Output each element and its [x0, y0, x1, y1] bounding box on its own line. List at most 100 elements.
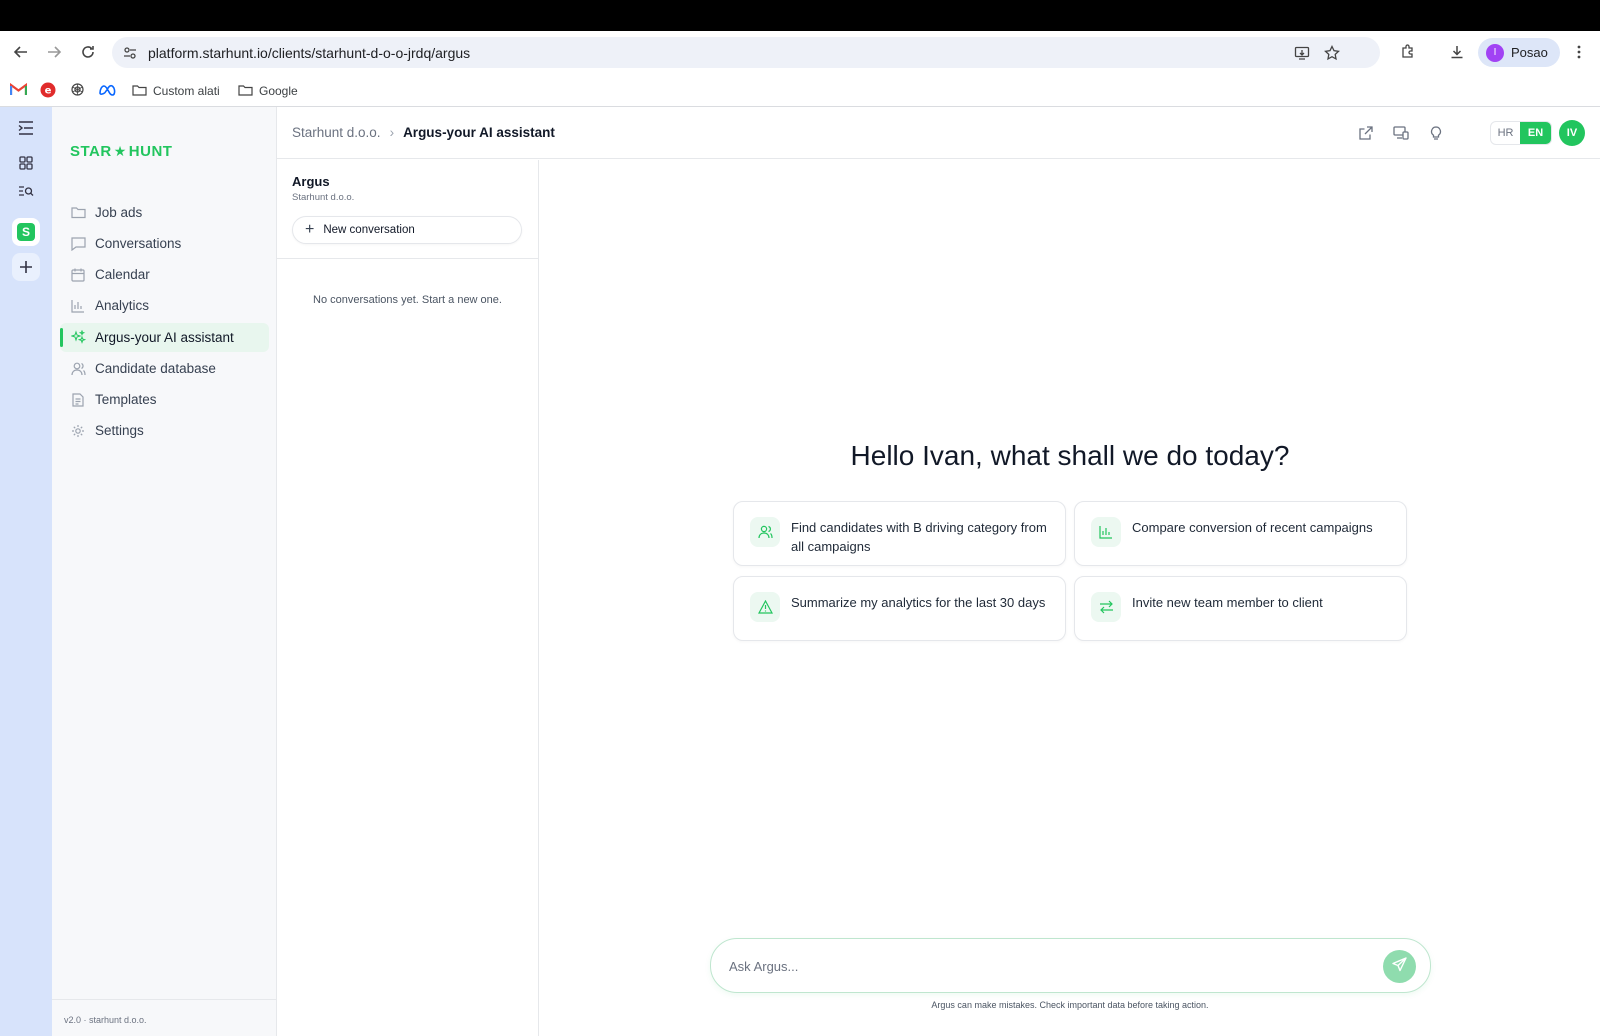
panel-title: Argus — [292, 174, 330, 189]
left-rail: S — [0, 107, 52, 1036]
extensions-icon[interactable] — [1396, 40, 1420, 64]
bookmark-star-icon[interactable] — [1322, 43, 1342, 63]
sidebar-item-candidate-database[interactable]: Candidate database — [60, 354, 269, 383]
breadcrumb-parent[interactable]: Starhunt d.o.o. — [292, 125, 381, 140]
bookmark-label: Google — [259, 84, 298, 98]
chat-icon — [70, 236, 86, 252]
devices-icon[interactable] — [1392, 124, 1410, 142]
gmail-icon — [9, 82, 28, 99]
sidebar-item-conversations[interactable]: Conversations — [60, 229, 269, 258]
starhunt-logo[interactable]: STAR ★ HUNT — [70, 143, 172, 160]
sidebar-item-label: Settings — [95, 423, 144, 438]
sidebar-item-calendar[interactable]: Calendar — [60, 260, 269, 289]
suggestion-card-candidates[interactable]: Find candidates with B driving category … — [733, 501, 1066, 566]
calendar-icon — [70, 267, 86, 283]
install-app-icon[interactable] — [1292, 43, 1312, 63]
suggestion-card-invite[interactable]: Invite new team member to client — [1074, 576, 1407, 641]
sidebar-item-label: Calendar — [95, 267, 150, 282]
downloads-icon[interactable] — [1445, 40, 1469, 64]
bookmark-gmail[interactable] — [9, 82, 28, 100]
lang-hr-option[interactable]: HR — [1491, 122, 1520, 144]
profile-button[interactable]: I Posao — [1478, 38, 1560, 67]
bar-chart-icon — [70, 298, 86, 314]
add-workspace-icon[interactable] — [12, 253, 40, 281]
bookmark-red-e[interactable]: e — [40, 82, 56, 100]
site-settings-icon[interactable] — [120, 43, 140, 63]
send-button[interactable] — [1383, 950, 1416, 983]
disclaimer-text: Argus can make mistakes. Check important… — [931, 1000, 1209, 1010]
user-avatar[interactable]: IV — [1559, 120, 1585, 146]
bar-chart-icon — [1091, 517, 1121, 547]
breadcrumb-current: Argus-your AI assistant — [403, 125, 555, 140]
suggestion-text: Find candidates with B driving category … — [791, 520, 1047, 554]
suggestion-text: Compare conversion of recent campaigns — [1132, 520, 1373, 535]
folder-icon — [70, 205, 86, 221]
sidebar-item-label: Conversations — [95, 236, 182, 251]
search-list-icon[interactable] — [12, 177, 40, 205]
bookmarks-bar: e Custom alati Google — [0, 76, 1600, 106]
panel-divider — [277, 258, 538, 259]
screen-top-bar — [0, 0, 1600, 31]
logo-text-right: HUNT — [128, 143, 173, 160]
bookmark-meta[interactable] — [98, 82, 116, 100]
suggestion-card-conversion[interactable]: Compare conversion of recent campaigns — [1074, 501, 1407, 566]
document-icon — [70, 392, 86, 408]
sidebar-item-label: Analytics — [95, 298, 150, 313]
users-icon — [70, 361, 86, 377]
bookmark-openai[interactable] — [70, 82, 85, 100]
forward-icon[interactable] — [42, 40, 66, 64]
sidebar: STAR ★ HUNT Job ads Conversations Calend… — [52, 107, 277, 1036]
external-link-icon[interactable] — [1357, 124, 1375, 142]
plus-icon: + — [305, 221, 315, 238]
browser-chrome: platform.starhunt.io/clients/starhunt-d-… — [0, 31, 1600, 107]
sidebar-item-argus[interactable]: Argus-your AI assistant — [60, 323, 269, 352]
sparkle-icon — [70, 330, 86, 346]
grid-apps-icon[interactable] — [12, 149, 40, 177]
back-icon[interactable] — [9, 40, 33, 64]
sidebar-item-label: Templates — [95, 392, 157, 407]
chevron-right-icon: › — [389, 125, 395, 140]
kebab-menu-icon[interactable] — [1567, 40, 1591, 64]
bookmark-custom-alati[interactable]: Custom alati — [132, 82, 220, 100]
new-conversation-label: New conversation — [323, 224, 415, 236]
sidebar-item-analytics[interactable]: Analytics — [60, 291, 269, 320]
language-switch[interactable]: HR EN — [1490, 121, 1552, 145]
panel-subtitle: Starhunt d.o.o. — [292, 192, 355, 203]
workspace-button[interactable]: S — [12, 218, 40, 246]
reload-icon[interactable] — [76, 40, 100, 64]
profile-avatar: I — [1486, 43, 1504, 62]
chat-input-box — [710, 938, 1431, 993]
lang-en-option[interactable]: EN — [1520, 122, 1551, 144]
folder-icon — [238, 84, 253, 99]
breadcrumb: Starhunt d.o.o. › Argus-your AI assistan… — [292, 125, 555, 140]
collapse-menu-icon[interactable] — [12, 114, 40, 142]
bookmark-label: Custom alati — [153, 84, 220, 98]
address-bar[interactable]: platform.starhunt.io/clients/starhunt-d-… — [112, 37, 1380, 68]
suggestion-text: Invite new team member to client — [1132, 595, 1323, 610]
sidebar-item-label: Argus-your AI assistant — [95, 330, 234, 345]
sidebar-item-job-ads[interactable]: Job ads — [60, 198, 269, 227]
suggestion-text: Summarize my analytics for the last 30 d… — [791, 595, 1046, 610]
sidebar-item-settings[interactable]: Settings — [60, 416, 269, 445]
logo-star-icon: ★ — [113, 143, 127, 159]
app-root: S STAR ★ HUNT Job ads Conversations Cale… — [0, 107, 1600, 1036]
workspace-badge-icon: S — [17, 223, 35, 241]
top-header: Starhunt d.o.o. › Argus-your AI assistan… — [277, 107, 1600, 159]
lightbulb-icon[interactable] — [1427, 124, 1445, 142]
suggestion-card-summarize[interactable]: Summarize my analytics for the last 30 d… — [733, 576, 1066, 641]
send-icon — [1392, 956, 1407, 977]
meta-icon — [98, 84, 116, 99]
bookmark-google[interactable]: Google — [238, 82, 298, 100]
sidebar-item-label: Job ads — [95, 205, 143, 220]
url-text: platform.starhunt.io/clients/starhunt-d-… — [148, 45, 471, 61]
gear-icon — [70, 423, 86, 439]
red-e-icon: e — [40, 82, 56, 101]
sidebar-item-templates[interactable]: Templates — [60, 385, 269, 414]
swap-icon — [1091, 592, 1121, 622]
profile-name: Posao — [1511, 45, 1548, 60]
users-icon — [750, 517, 780, 547]
version-footer: v2.0 · starhunt d.o.o. — [52, 999, 276, 1036]
new-conversation-button[interactable]: + New conversation — [292, 216, 522, 244]
ask-argus-input[interactable] — [729, 951, 1349, 981]
folder-icon — [132, 84, 147, 99]
